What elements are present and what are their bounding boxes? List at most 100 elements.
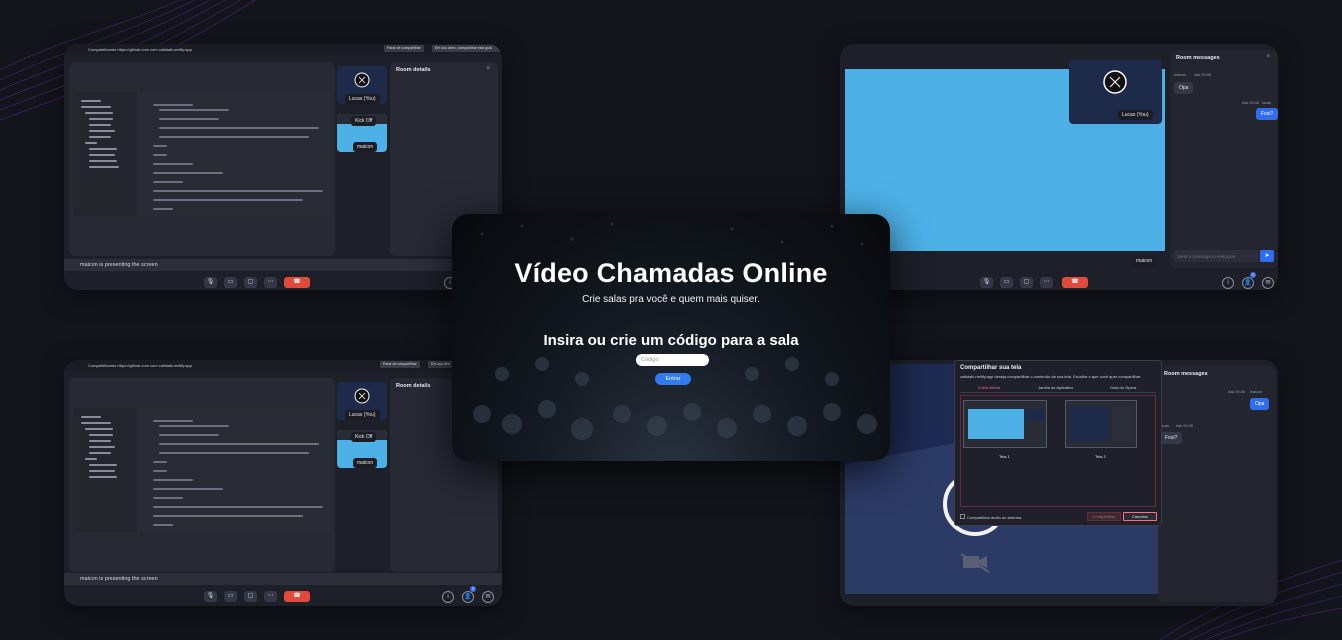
self-name-tag: Lucas (You) (1118, 110, 1153, 120)
remote-video-tile: Kick Off maicon (337, 114, 387, 152)
audio-checkbox[interactable] (960, 514, 965, 519)
room-messages-panel: Room messages Ask 00:45 maicon Opa lucas… (1158, 366, 1276, 602)
presenting-text: maicon is presenting the screen (80, 262, 158, 268)
self-name-tag: Lucas (You) (345, 410, 380, 420)
browser-share-bar: Compartilhando https://github.com com ca… (64, 360, 502, 370)
remote-name-tag: maicon (353, 142, 378, 152)
participants-icon[interactable]: 👤 (462, 591, 474, 603)
message-input[interactable] (1174, 250, 1258, 262)
presenting-banner: maicon is presenting the screen (64, 573, 502, 585)
remote-status-tag: Kick Off (351, 432, 377, 442)
dialog-title: Compartilhar sua tela (960, 365, 1022, 371)
cancel-button[interactable]: Cancelar (1123, 512, 1157, 521)
message-author: maicon (1250, 390, 1263, 394)
browser-share-bar: Compartilhando https://github.com com ca… (64, 44, 502, 54)
screenshot-top-left: Compartilhando https://github.com com ca… (64, 44, 502, 290)
close-icon[interactable]: × (1266, 54, 1270, 60)
share-tab-title: Compartilhando https://github.com com ca… (88, 47, 192, 52)
hero-cta-heading: Insira ou crie um código para a sala (543, 332, 799, 349)
more-options-icon[interactable]: ⋯ (264, 277, 277, 288)
remote-name-tag: maicon (353, 458, 378, 468)
screen-thumb-2[interactable] (1065, 400, 1137, 448)
tab-app-window[interactable]: Janela do Aplicativo (1038, 385, 1073, 390)
enter-button[interactable]: Entrar (655, 373, 691, 385)
landing-hero-card: Vídeo Chamadas Online Crie salas pra voc… (452, 214, 890, 461)
message-bubble-incoming: Opa (1174, 82, 1194, 94)
room-code-input[interactable] (636, 354, 709, 366)
room-messages-title: Room messages (1164, 371, 1208, 377)
message-author: lucas (1262, 101, 1271, 105)
participants-badge: 2 (470, 586, 476, 592)
share-button[interactable]: Compartilhar (1087, 512, 1121, 521)
room-messages-title: Room messages (1176, 55, 1220, 61)
hide-share-button[interactable]: Em uso direo, compartilhar esta guia (432, 45, 500, 52)
message-time: Ask 00:45 (1194, 73, 1211, 77)
end-call-button[interactable]: ☎ (284, 277, 310, 288)
presenting-text: maicon is presenting the screen (80, 576, 158, 582)
end-call-button[interactable]: ☎ (284, 591, 310, 602)
remote-name-tag: maicon (1132, 256, 1157, 266)
participants-badge: 2 (1250, 272, 1256, 278)
room-messages-panel: Room messages × maicon Ask 00:45 Opa Ask… (1170, 50, 1278, 268)
hero-subtitle: Crie salas pra você e quem mais quiser. (582, 294, 760, 305)
screenshot-bottom-right: Room messages Ask 00:45 maicon Opa lucas… (840, 360, 1278, 606)
screen-share-icon[interactable]: ▢ (244, 591, 257, 602)
presentation-stage (69, 62, 335, 256)
chat-icon[interactable]: ✉ (1262, 277, 1274, 289)
remote-video-tile: Kick Off maicon (337, 430, 387, 468)
message-time: Ask 00:45 (1242, 101, 1259, 105)
screen-label-1: Tela 1 (999, 454, 1010, 459)
message-time: Ask 00:45 (1228, 390, 1245, 394)
screen-share-icon[interactable]: ▢ (1020, 277, 1033, 288)
shared-code-editor (73, 92, 331, 216)
call-controls: 🎙 ▭ ▢ ⋯ ☎ i 👤 2 ✉ (840, 272, 1278, 290)
dialog-subtitle: callstalk.netlify.app deseja compartilha… (960, 374, 1142, 379)
stop-share-button[interactable]: Parar de compartilhar (384, 45, 424, 52)
screenshot-top-right: Lucas (You) maicon Room messages × maico… (840, 44, 1278, 290)
screen-share-icon[interactable]: ▢ (244, 277, 257, 288)
stop-share-button[interactable]: Parar de compartilhar (380, 361, 420, 368)
screenshot-bottom-left: Compartilhando https://github.com com ca… (64, 360, 502, 606)
close-icon[interactable]: × (486, 66, 490, 72)
end-call-button[interactable]: ☎ (1062, 277, 1088, 288)
remote-status-tag: Kick Off (351, 116, 377, 126)
microphone-icon[interactable]: 🎙 (980, 277, 993, 288)
camera-icon[interactable]: ▭ (224, 591, 237, 602)
presentation-stage (69, 378, 335, 572)
share-tabs: A tela inteira Janela do Aplicativo Guia… (960, 383, 1156, 393)
audio-label: Compartilhar áudio do sistema (967, 515, 1022, 520)
room-details-title: Room details (396, 383, 431, 389)
self-video-tile: Lucas (You) (337, 382, 387, 420)
screen-picker: Tela 1 Tela 2 (960, 395, 1156, 507)
call-controls: 🎙 ▭ ▢ ⋯ ☎ i 👤 2 ✉ (64, 586, 502, 606)
self-name-tag: Lucas (You) (345, 94, 380, 104)
hero-title: Vídeo Chamadas Online (514, 258, 828, 288)
self-video-tile: Lucas (You) (1069, 60, 1162, 124)
send-icon[interactable]: ➤ (1260, 250, 1274, 262)
message-bubble-outgoing: Foxi? (1256, 108, 1278, 120)
call-controls: 🎙 ▭ ▢ ⋯ ☎ i (64, 272, 502, 290)
message-bubble-outgoing: Opa (1250, 398, 1270, 410)
info-icon[interactable]: i (1222, 277, 1234, 289)
screen-thumb-1[interactable] (963, 400, 1047, 448)
message-time: Ask 00:45 (1176, 424, 1193, 428)
share-tab-title: Compartilhando https://github.com com ca… (88, 363, 192, 368)
tab-opera-tab[interactable]: Guia do Opera (1110, 385, 1136, 390)
more-options-icon[interactable]: ⋯ (1040, 277, 1053, 288)
chat-icon[interactable]: ✉ (482, 591, 494, 603)
room-details-title: Room details (396, 67, 431, 73)
microphone-icon[interactable]: 🎙 (204, 591, 217, 602)
camera-icon[interactable]: ▭ (224, 277, 237, 288)
screen-label-2: Tela 2 (1095, 454, 1106, 459)
share-screen-dialog: Compartilhar sua tela callstalk.netlify.… (954, 360, 1162, 526)
participants-icon[interactable]: 👤 (1242, 277, 1254, 289)
self-video-tile: Lucas (You) (337, 66, 387, 104)
tab-entire-screen[interactable]: A tela inteira (978, 385, 1000, 390)
camera-icon[interactable]: ▭ (1000, 277, 1013, 288)
presenting-banner: maicon is presenting the screen (64, 259, 502, 271)
message-bubble-incoming: Foxi? (1160, 432, 1183, 444)
microphone-icon[interactable]: 🎙 (204, 277, 217, 288)
message-author: maicon (1174, 73, 1187, 77)
more-options-icon[interactable]: ⋯ (264, 591, 277, 602)
info-icon[interactable]: i (442, 591, 454, 603)
